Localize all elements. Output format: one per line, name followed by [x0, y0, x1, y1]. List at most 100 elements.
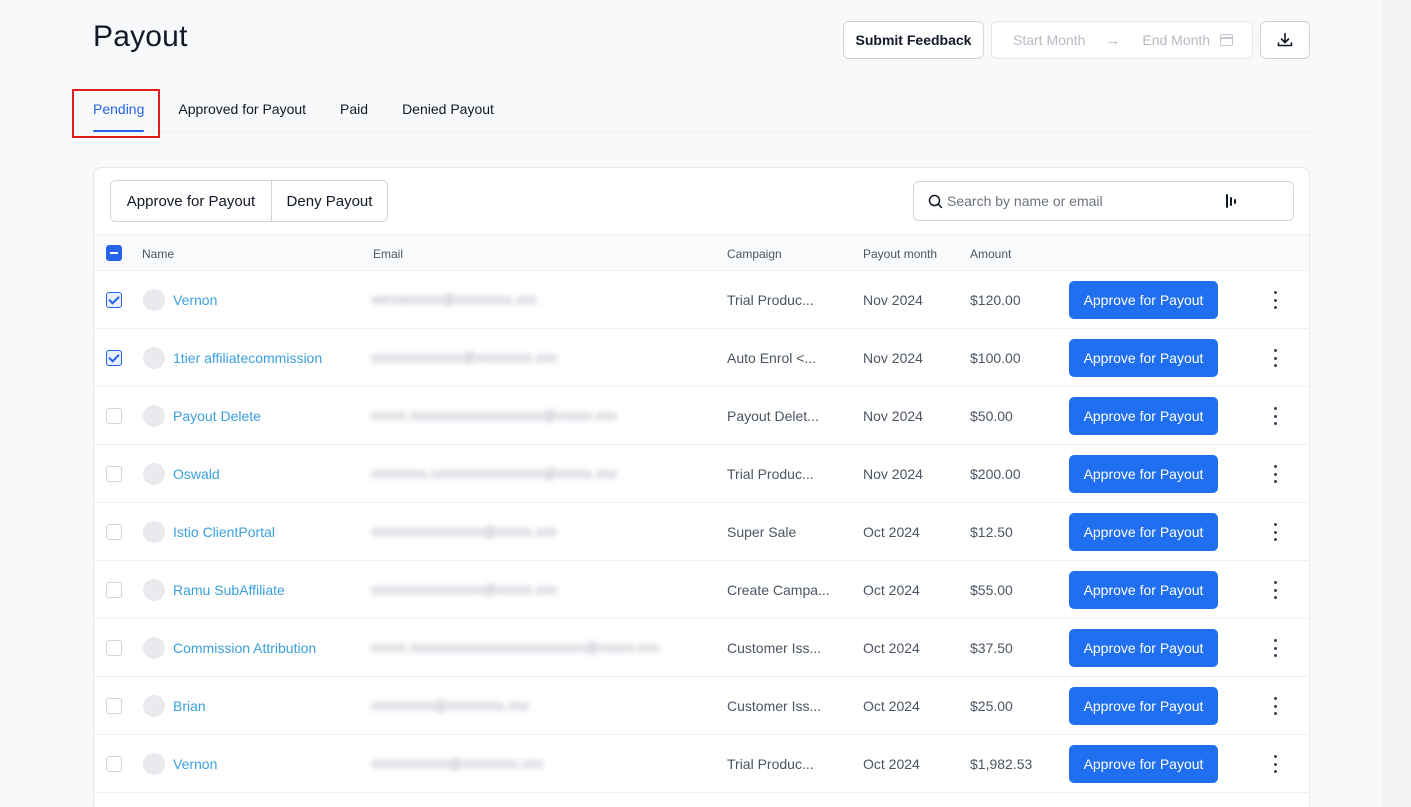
- avatar: [143, 637, 165, 659]
- filter-icon[interactable]: [1226, 194, 1238, 208]
- more-vertical-icon[interactable]: [1270, 581, 1280, 599]
- avatar: [143, 521, 165, 543]
- approve-for-payout-button[interactable]: Approve for Payout: [1069, 339, 1218, 377]
- highlight-annotation: [72, 89, 160, 138]
- start-month-placeholder[interactable]: Start Month: [1013, 32, 1085, 48]
- amount-cell: $1,982.53: [970, 756, 1033, 772]
- row-checkbox[interactable]: [106, 408, 122, 424]
- affiliate-name-link[interactable]: Brian: [173, 698, 206, 714]
- affiliate-name-link[interactable]: Vernon: [173, 292, 217, 308]
- avatar: [143, 405, 165, 427]
- amount-cell: $12.50: [970, 524, 1013, 540]
- affiliate-name-link[interactable]: Payout Delete: [173, 408, 261, 424]
- submit-feedback-button[interactable]: Submit Feedback: [843, 21, 984, 59]
- avatar: [143, 289, 165, 311]
- affiliate-name-link[interactable]: Commission Attribution: [173, 640, 316, 656]
- amount-cell: $55.00: [970, 582, 1013, 598]
- payout-month-cell: Oct 2024: [863, 756, 920, 772]
- page-scroll-gutter: [1381, 0, 1411, 807]
- table-row: Commission Attribution xxxxx.xxxxxxxxxxxx…: [94, 619, 1309, 677]
- row-checkbox[interactable]: [106, 350, 122, 366]
- end-month-placeholder[interactable]: End Month: [1142, 32, 1210, 48]
- search-input[interactable]: [947, 193, 1207, 209]
- amount-cell: $50.00: [970, 408, 1013, 424]
- column-name[interactable]: Name: [142, 247, 174, 261]
- email-redacted: xxxxxxxx.xxxxxxxxxxxxxxxx@xxxxx.xxx: [371, 465, 617, 481]
- campaign-cell: Customer Iss...: [727, 640, 822, 656]
- avatar: [143, 347, 165, 369]
- affiliate-name-link[interactable]: 1tier affiliatecommission: [173, 350, 322, 366]
- more-vertical-icon[interactable]: [1270, 407, 1280, 425]
- avatar: [143, 695, 165, 717]
- payout-table-card: Approve for Payout Deny Payout Name Emai…: [93, 167, 1310, 807]
- approve-for-payout-button[interactable]: Approve for Payout: [1069, 281, 1218, 319]
- payout-month-cell: Oct 2024: [863, 698, 920, 714]
- affiliate-name-link[interactable]: Istio ClientPortal: [173, 524, 275, 540]
- payout-month-cell: Nov 2024: [863, 408, 923, 424]
- approve-for-payout-button[interactable]: Approve for Payout: [1069, 571, 1218, 609]
- payout-page: Payout Submit Feedback Start Month → End…: [0, 0, 1381, 807]
- select-all-checkbox[interactable]: [106, 245, 122, 261]
- email-redacted: xxxxx.xxxxxxxxxxxxxxxxxxx@xxxxx.xxx: [371, 407, 617, 423]
- payout-month-cell: Oct 2024: [863, 524, 920, 540]
- download-button[interactable]: [1260, 21, 1310, 59]
- search-icon: [928, 194, 943, 208]
- campaign-cell: Auto Enrol <...: [727, 350, 817, 366]
- row-checkbox[interactable]: [106, 292, 122, 308]
- row-checkbox[interactable]: [106, 466, 122, 482]
- more-vertical-icon[interactable]: [1270, 639, 1280, 657]
- tab-paid[interactable]: Paid: [340, 100, 368, 132]
- email-redacted: xxxxxxxxxxxxx@xxxxxxxx.xxx: [371, 349, 558, 365]
- amount-cell: $200.00: [970, 466, 1021, 482]
- row-checkbox[interactable]: [106, 524, 122, 540]
- campaign-cell: Payout Delet...: [727, 408, 819, 424]
- email-redacted: xxxxxxxxxxxxxxxx@xxxxx.xxx: [371, 523, 558, 539]
- column-campaign[interactable]: Campaign: [727, 247, 782, 261]
- affiliate-name-link[interactable]: Ramu SubAffiliate: [173, 582, 285, 598]
- campaign-cell: Super Sale: [727, 524, 797, 540]
- approve-for-payout-button[interactable]: Approve for Payout: [1069, 687, 1218, 725]
- tab-approved-for-payout[interactable]: Approved for Payout: [178, 100, 306, 132]
- table-row: Brian xxxxxxxxx@xxxxxxxx.xxx Customer Iss.…: [94, 677, 1309, 735]
- row-checkbox[interactable]: [106, 640, 122, 656]
- bulk-deny-button[interactable]: Deny Payout: [272, 181, 387, 221]
- campaign-cell: Trial Produc...: [727, 292, 814, 308]
- approve-for-payout-button[interactable]: Approve for Payout: [1069, 455, 1218, 493]
- more-vertical-icon[interactable]: [1270, 755, 1280, 773]
- table-row: Vernon vernonxxxx@xxxxxxxx.xxx Trial Produ…: [94, 271, 1309, 329]
- campaign-cell: Customer Iss...: [727, 698, 822, 714]
- affiliate-name-link[interactable]: Oswald: [173, 466, 220, 482]
- row-checkbox[interactable]: [106, 582, 122, 598]
- more-vertical-icon[interactable]: [1270, 465, 1280, 483]
- approve-for-payout-button[interactable]: Approve for Payout: [1069, 397, 1218, 435]
- avatar: [143, 753, 165, 775]
- approve-for-payout-button[interactable]: Approve for Payout: [1069, 745, 1218, 783]
- more-vertical-icon[interactable]: [1270, 523, 1280, 541]
- avatar: [143, 463, 165, 485]
- table-row: Payout Delete xxxxx.xxxxxxxxxxxxxxxxxxx@x…: [94, 387, 1309, 445]
- more-vertical-icon[interactable]: [1270, 697, 1280, 715]
- approve-for-payout-button[interactable]: Approve for Payout: [1069, 629, 1218, 667]
- campaign-cell: Trial Produc...: [727, 466, 814, 482]
- month-range-picker[interactable]: Start Month → End Month: [991, 21, 1253, 59]
- row-checkbox[interactable]: [106, 756, 122, 772]
- calendar-icon: [1220, 34, 1234, 46]
- campaign-cell: Trial Produc...: [727, 756, 814, 772]
- tabs-divider: [93, 132, 1310, 133]
- amount-cell: $120.00: [970, 292, 1021, 308]
- affiliate-name-link[interactable]: Vernon: [173, 756, 217, 772]
- column-payout-month[interactable]: Payout month: [863, 247, 937, 261]
- more-vertical-icon[interactable]: [1270, 349, 1280, 367]
- more-vertical-icon[interactable]: [1270, 291, 1280, 309]
- bulk-approve-button[interactable]: Approve for Payout: [111, 181, 272, 221]
- column-amount[interactable]: Amount: [970, 247, 1011, 261]
- approve-for-payout-button[interactable]: Approve for Payout: [1069, 513, 1218, 551]
- row-checkbox[interactable]: [106, 698, 122, 714]
- bulk-actions: Approve for Payout Deny Payout: [110, 180, 388, 222]
- table-row: Oswald xxxxxxxx.xxxxxxxxxxxxxxxx@xxxxx.xx…: [94, 445, 1309, 503]
- tab-denied-payout[interactable]: Denied Payout: [402, 100, 494, 132]
- column-email[interactable]: Email: [373, 247, 403, 261]
- amount-cell: $25.00: [970, 698, 1013, 714]
- payout-month-cell: Nov 2024: [863, 350, 923, 366]
- table-row: Istio ClientPortal xxxxxxxxxxxxxxxx@xxxxx…: [94, 503, 1309, 561]
